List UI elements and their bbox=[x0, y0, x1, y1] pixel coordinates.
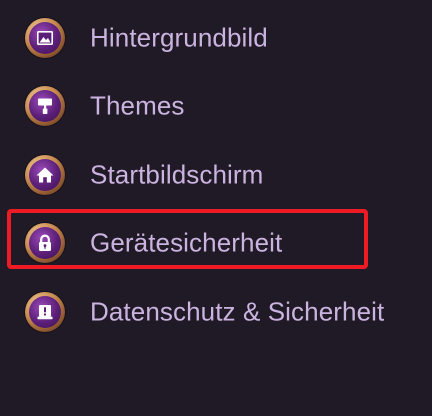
menu-item-wallpaper[interactable]: Hintergrundbild bbox=[0, 10, 432, 66]
paint-roller-icon bbox=[25, 86, 65, 126]
shield-alert-icon bbox=[25, 292, 65, 332]
menu-item-privacy-security[interactable]: Datenschutz & Sicherheit bbox=[0, 284, 432, 340]
menu-item-label: Startbildschirm bbox=[90, 159, 264, 190]
menu-item-themes[interactable]: Themes bbox=[0, 78, 432, 134]
menu-item-label: Gerätesicherheit bbox=[90, 227, 283, 258]
home-icon bbox=[25, 155, 65, 195]
menu-item-homescreen[interactable]: Startbildschirm bbox=[0, 147, 432, 203]
image-icon bbox=[25, 18, 65, 58]
menu-item-label: Datenschutz & Sicherheit bbox=[90, 296, 385, 327]
settings-menu: Hintergrundbild Themes Startbildschirm G… bbox=[0, 0, 432, 416]
menu-item-device-security[interactable]: Gerätesicherheit bbox=[0, 215, 432, 271]
menu-item-label: Hintergrundbild bbox=[90, 22, 268, 53]
lock-icon bbox=[25, 223, 65, 263]
menu-item-label: Themes bbox=[90, 90, 185, 121]
